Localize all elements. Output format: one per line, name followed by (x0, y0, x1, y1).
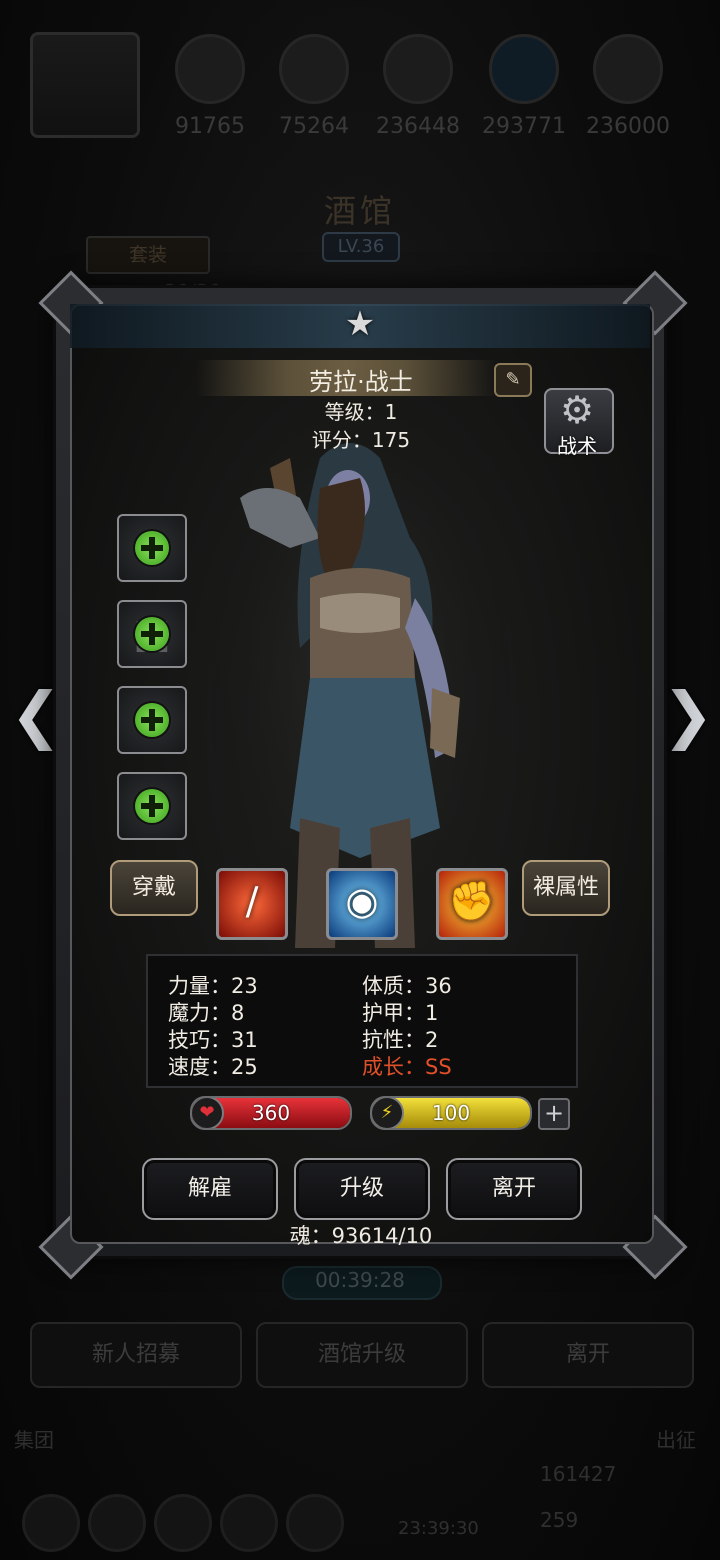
equip-slot-weapon[interactable]: ❥ (117, 514, 187, 582)
add-energy-button[interactable]: + (538, 1098, 570, 1130)
footer-right-label: 出征 (656, 1428, 696, 1452)
add-icon (135, 617, 169, 651)
footer-left-label: 集团 (14, 1428, 54, 1452)
timer-text: 00:39:28 (315, 1268, 405, 1292)
leave-tavern-button: 离开 (482, 1322, 694, 1388)
resource-4-icon (489, 34, 559, 104)
leave-button[interactable]: 离开 (446, 1158, 582, 1220)
gear-icon: ⚙ (559, 388, 595, 432)
dock-icon (154, 1494, 212, 1552)
hp-bar: 360 ❤ (190, 1096, 352, 1130)
lightning-icon: ⚡ (372, 1098, 404, 1128)
stat-magic: 魔力：8 (168, 1001, 245, 1025)
resource-item: 236448 (368, 34, 468, 144)
resource-3-icon (383, 34, 453, 104)
next-hero-arrow-icon[interactable]: ❯ (662, 680, 714, 750)
heart-icon: ❤ (192, 1098, 224, 1128)
dock-icon (88, 1494, 146, 1552)
hero-name: 劳拉·战士 (309, 368, 413, 396)
tavern-level: LV.36 (322, 232, 400, 262)
upgrade-button[interactable]: 升级 (294, 1158, 430, 1220)
tavern-title: 酒馆 (323, 192, 396, 230)
eye-icon: ◉ (345, 879, 379, 923)
resource-5-icon (593, 34, 663, 104)
stat-armor: 护甲：1 (362, 1001, 439, 1025)
add-icon (135, 703, 169, 737)
resource-item: 75264 (264, 34, 364, 144)
resource-item: 293771 (474, 34, 574, 144)
slash-icon: ∕ (245, 879, 259, 923)
resource-item: 236000 (578, 34, 678, 144)
dock-timer: 23:39:30 (398, 1518, 479, 1539)
stat-resistance: 抗性：2 (362, 1028, 439, 1052)
hero-score: 评分：175 (311, 428, 411, 452)
equip-slot-accessory[interactable] (117, 772, 187, 840)
fist-icon: ✊ (448, 879, 496, 923)
resource-2-icon (279, 34, 349, 104)
add-icon (135, 531, 169, 565)
resource-item: 91765 (160, 34, 260, 144)
tactic-label: 战术 (557, 434, 597, 458)
hero-level: 等级：1 (324, 400, 398, 424)
stat-growth: 成长：SS (362, 1055, 452, 1079)
resource-1-icon (175, 34, 245, 104)
equip-slot-accessory[interactable] (117, 686, 187, 754)
resource-bar: 91765 75264 236448 293771 236000 (0, 0, 720, 150)
edit-name-icon[interactable]: ✎ (494, 363, 532, 397)
add-icon (135, 789, 169, 823)
stat-speed: 速度：25 (168, 1055, 258, 1079)
tavern-upgrade-button: 酒馆升级 (256, 1322, 468, 1388)
wear-button[interactable]: 穿戴 (110, 860, 198, 916)
skill-fist[interactable]: ✊ (436, 868, 508, 940)
stat-skill: 技巧：31 (168, 1028, 258, 1052)
stat-strength: 力量：23 (168, 974, 258, 998)
dismiss-button[interactable]: 解雇 (142, 1158, 278, 1220)
skill-eye[interactable]: ◉ (326, 868, 398, 940)
dock-icon (220, 1494, 278, 1552)
star-icon: ★ (344, 304, 376, 344)
dock-icon (22, 1494, 80, 1552)
gem-value: 259 (540, 1508, 579, 1532)
energy-bar: 100 ⚡ (370, 1096, 532, 1130)
equip-slot-armor[interactable]: ■ (117, 600, 187, 668)
set-button: 套装 (86, 236, 210, 274)
player-avatar (30, 32, 140, 138)
naked-attributes-button[interactable]: 裸属性 (522, 860, 610, 916)
recruit-button: 新人招募 (30, 1322, 242, 1388)
stat-constitution: 体质：36 (362, 974, 452, 998)
soul-count: 魂：93614/10 (289, 1224, 433, 1248)
gold-value: 161427 (540, 1462, 617, 1486)
dock-icon (286, 1494, 344, 1552)
skill-slash[interactable]: ∕ (216, 868, 288, 940)
prev-hero-arrow-icon[interactable]: ❮ (10, 680, 62, 750)
